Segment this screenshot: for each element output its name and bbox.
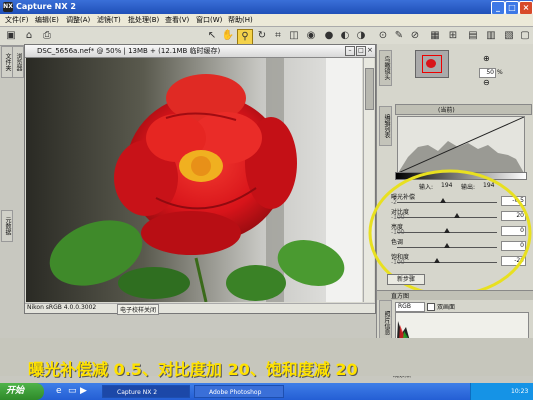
zoom-in-icon[interactable]: ⊕: [483, 54, 490, 63]
layout-icon[interactable]: ▤: [466, 29, 480, 43]
tab-browser[interactable]: 浏览器: [12, 46, 24, 78]
menu-batch[interactable]: 批处理(B): [128, 15, 159, 25]
folder-icon[interactable]: ▭: [68, 386, 77, 396]
dual-view-checkbox[interactable]: [427, 303, 435, 311]
media-icon[interactable]: ▶: [80, 386, 87, 396]
histogram-channel-select[interactable]: RGB: [395, 302, 425, 312]
image-status-bar: Nikon sRGB 4.0.0.3002 电子校样关闭: [25, 303, 375, 315]
new-step-button[interactable]: 新步骤: [387, 274, 425, 285]
close-button[interactable]: ×: [519, 1, 533, 15]
control-point-icon[interactable]: ●: [322, 29, 336, 43]
color-profile-label: Nikon sRGB 4.0.0.3002: [27, 304, 97, 311]
rose-photo: [26, 58, 362, 302]
menu-bar: 文件(F) 编辑(E) 调整(A) 滤镜(T) 批处理(B) 查看(V) 窗口(…: [0, 14, 533, 27]
crop-icon[interactable]: ⌗: [271, 29, 285, 43]
fullscreen-icon[interactable]: ▢: [518, 29, 532, 43]
system-tray: 10:23: [470, 383, 533, 400]
caption-text: 曝光补偿减 0.5、对比度加 20、饱和度减 20: [28, 360, 358, 379]
right-panel: 鸟瞰镜头 ⊕ ⊖ 50 % 编辑列表 (当前) 输入: 194 输出: 194 …: [368, 44, 533, 379]
caption-band: 曝光补偿减 0.5、对比度加 20、饱和度减 20: [0, 338, 533, 379]
app-icon: NX: [3, 2, 13, 12]
color-point-icon[interactable]: ◐: [338, 29, 352, 43]
menu-help[interactable]: 帮助(H): [228, 15, 253, 25]
histogram-title: 直方图: [391, 293, 410, 300]
direct-select-icon[interactable]: ↖: [205, 29, 219, 43]
zoom-field[interactable]: 50: [479, 68, 496, 78]
start-button[interactable]: 开始: [0, 383, 44, 400]
menu-file[interactable]: 文件(F): [5, 15, 29, 25]
levels-curve-graph[interactable]: [397, 116, 525, 174]
straighten-icon[interactable]: ◫: [287, 29, 301, 43]
save-icon[interactable]: ⌂: [22, 29, 36, 43]
hand-icon[interactable]: ✋: [221, 29, 235, 43]
curve-channel-value: (当前): [438, 107, 455, 114]
taskbar: 开始 e ▭ ▶ Capture NX 2 Adobe Photoshop 10…: [0, 383, 533, 400]
clock: 10:23: [511, 388, 529, 395]
dual-view-label: 双画面: [437, 304, 456, 311]
white-point-icon[interactable]: ◑: [354, 29, 368, 43]
ie-icon[interactable]: e: [56, 386, 62, 396]
zoom-out-icon[interactable]: ⊖: [483, 78, 490, 87]
brush-icon[interactable]: ✎: [392, 29, 406, 43]
rotate-icon[interactable]: ↻: [255, 29, 269, 43]
curve-channel-select[interactable]: (当前): [395, 104, 532, 115]
title-bar: NX Capture NX 2 _ □ ×: [0, 0, 533, 15]
gradient-icon[interactable]: ⊞: [446, 29, 460, 43]
image-close-icon[interactable]: ×: [367, 46, 373, 54]
bird-eye-tab[interactable]: 鸟瞰镜头: [379, 50, 392, 86]
menu-filter[interactable]: 滤镜(T): [97, 15, 121, 25]
menu-adjust[interactable]: 调整(A): [66, 15, 90, 25]
zoom-unit: %: [497, 69, 503, 76]
image-window-title: DSC_5656a.nef* @ 50% | 13MB + (12.1MB 临时…: [37, 47, 221, 55]
window-title: Capture NX 2: [16, 2, 76, 11]
task-photoshop[interactable]: Adobe Photoshop: [194, 385, 284, 398]
bird-eye-thumbnail[interactable]: [415, 50, 449, 78]
lasso-icon[interactable]: ⊙: [376, 29, 390, 43]
scroll-thumb[interactable]: [365, 68, 374, 110]
image-window: DSC_5656a.nef* @ 50% | 13MB + (12.1MB 临时…: [24, 44, 376, 315]
image-minimize-icon[interactable]: –: [345, 46, 355, 56]
image-maximize-icon[interactable]: □: [356, 46, 366, 56]
maximize-button[interactable]: □: [505, 1, 519, 15]
eraser-icon[interactable]: ⊘: [408, 29, 422, 43]
soft-proof-button[interactable]: 电子校样关闭: [117, 304, 160, 315]
tab-metadata[interactable]: 元数据: [1, 210, 13, 242]
menu-view[interactable]: 查看(V): [165, 15, 189, 25]
menu-edit[interactable]: 编辑(E): [35, 15, 59, 25]
menu-window[interactable]: 窗口(W): [196, 15, 222, 25]
zoom-icon[interactable]: ⚲: [237, 29, 253, 45]
minimize-button[interactable]: _: [491, 1, 505, 15]
metadata-icon[interactable]: ▧: [502, 29, 516, 43]
red-eye-icon[interactable]: ◉: [304, 29, 318, 43]
image-window-titlebar: DSC_5656a.nef* @ 50% | 13MB + (12.1MB 临时…: [25, 45, 375, 58]
histogram-header[interactable]: 直方图: [377, 290, 533, 300]
browser-icon[interactable]: ▥: [484, 29, 498, 43]
edit-list-tab[interactable]: 编辑列表: [379, 106, 392, 146]
open-icon[interactable]: ▣: [4, 29, 18, 43]
print-icon[interactable]: ⎙: [40, 29, 54, 43]
task-capture-nx[interactable]: Capture NX 2: [102, 385, 190, 398]
fill-icon[interactable]: ▦: [428, 29, 442, 43]
